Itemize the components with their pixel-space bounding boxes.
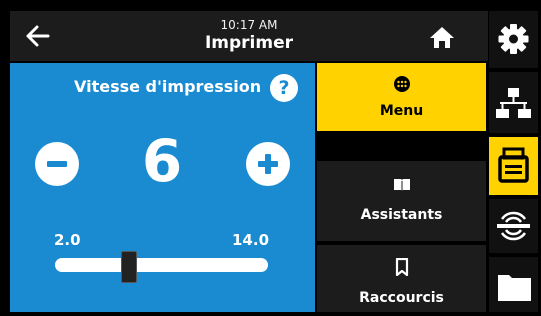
assistants-label: Assistants <box>360 207 443 223</box>
print-speed-panel: Vitesse d'impression ? 6 2.0 14.0 <box>10 63 315 312</box>
settings-tab[interactable] <box>489 11 538 68</box>
slider-max-label: 14.0 <box>232 231 270 249</box>
printer-screen: 10:17 AM Imprimer Vitesse d'impression ?… <box>10 11 538 312</box>
folder-icon <box>498 275 531 301</box>
menu-dots-icon <box>317 75 486 97</box>
network-tab[interactable] <box>489 72 538 133</box>
menu-column: Menu Assistants Raccourcis <box>317 63 486 312</box>
header-bar: 10:17 AM Imprimer <box>10 11 488 61</box>
network-icon <box>496 88 531 118</box>
home-button[interactable] <box>428 24 456 50</box>
rfid-tab[interactable] <box>489 199 538 253</box>
help-button[interactable]: ? <box>270 74 298 102</box>
bookmark-icon <box>317 257 486 280</box>
slider-min-label: 2.0 <box>54 231 81 249</box>
clock-time: 10:17 AM <box>220 18 278 32</box>
increase-button[interactable] <box>246 142 290 186</box>
files-tab[interactable] <box>489 257 538 312</box>
shortcuts-label: Raccourcis <box>359 290 444 306</box>
speed-slider-track[interactable] <box>55 258 268 272</box>
page-title: Imprimer <box>204 33 294 53</box>
plus-icon <box>258 154 278 174</box>
gear-icon <box>498 24 529 54</box>
print-tab[interactable] <box>489 137 538 195</box>
menu-label: Menu <box>379 103 424 119</box>
book-icon <box>317 177 486 197</box>
printer-icon <box>498 147 529 183</box>
rfid-icon <box>497 211 530 241</box>
assistants-button[interactable]: Assistants <box>317 161 486 241</box>
home-icon <box>430 27 454 48</box>
setting-title: Vitesse d'impression <box>74 77 262 96</box>
menu-button[interactable]: Menu <box>317 63 486 131</box>
right-sidebar <box>489 11 538 312</box>
shortcuts-button[interactable]: Raccourcis <box>317 245 486 312</box>
speed-slider-thumb[interactable] <box>120 251 137 283</box>
